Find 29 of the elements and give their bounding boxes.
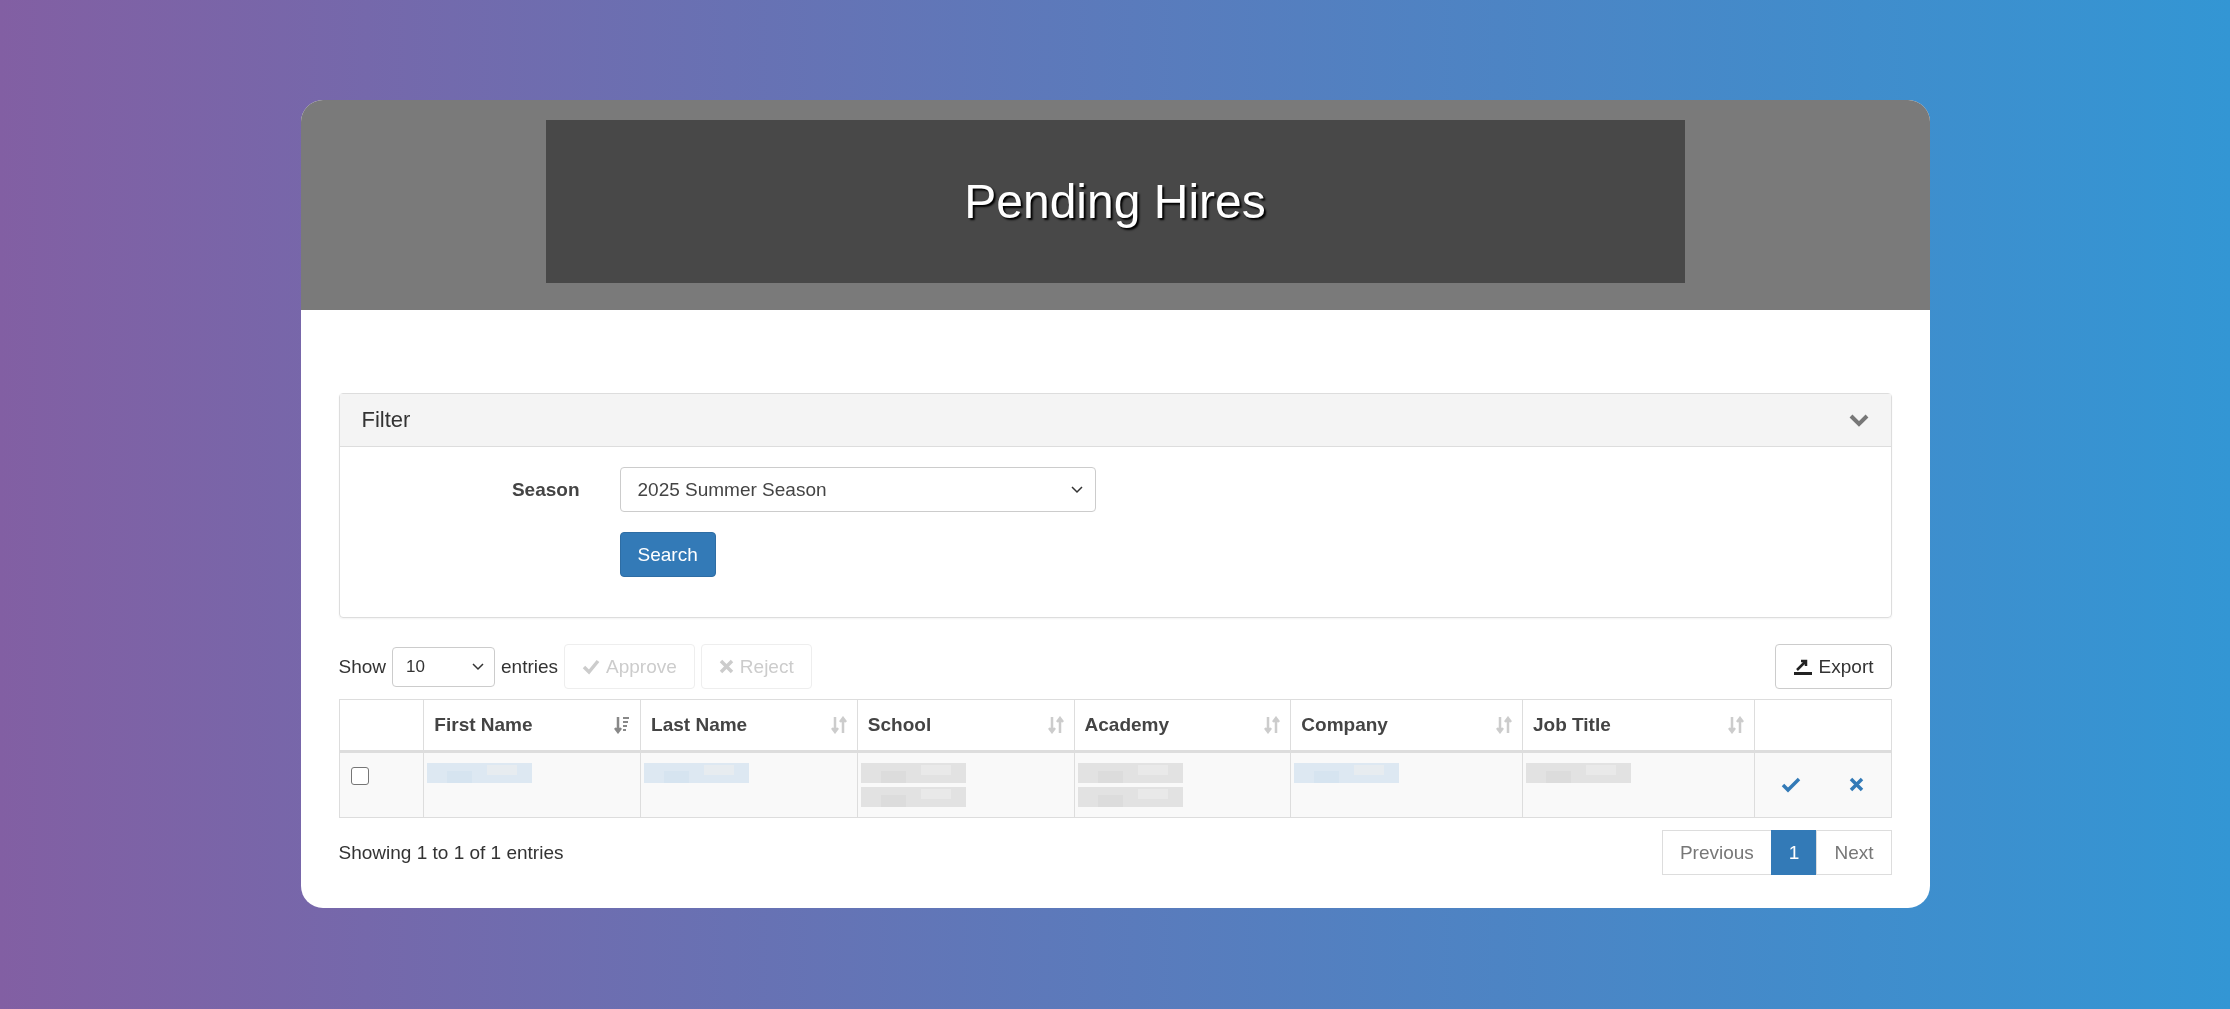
row-checkbox[interactable] (350, 767, 369, 785)
chevron-icon[interactable] (1848, 413, 1869, 427)
search-button[interactable]: Search (619, 532, 716, 577)
reject-icon[interactable] (1848, 777, 1864, 792)
check-icon (582, 658, 601, 675)
column-header: First Name (434, 714, 533, 736)
caret-icon (1070, 485, 1083, 494)
page-title: Pending Hires (545, 120, 1685, 283)
sort-icon[interactable] (614, 716, 631, 734)
season-select[interactable]: 2025 Summer Season (619, 467, 1096, 512)
season-label: Season (510, 478, 580, 501)
pagination-button[interactable]: Next (1816, 830, 1892, 875)
page-size-select[interactable]: 10 (392, 646, 496, 687)
panel-title: Filter (361, 407, 411, 433)
entries-info: Showing 1 to 1 of 1 entries (338, 841, 564, 864)
caret-icon (472, 662, 485, 671)
show-label: Show (338, 655, 387, 678)
export-button[interactable]: Export (1774, 644, 1892, 689)
column-header: School (867, 714, 932, 736)
pagination-button[interactable]: 1 (1770, 830, 1818, 875)
pagination-button[interactable]: Previous (1661, 830, 1772, 875)
column-header: Company (1301, 714, 1388, 736)
column-header: Job Title (1533, 714, 1611, 736)
entries-label: entries (501, 655, 559, 678)
close-icon (718, 659, 734, 674)
column-header: Academy (1084, 714, 1170, 736)
approve-icon[interactable] (1781, 777, 1802, 793)
column-header: Last Name (651, 714, 748, 736)
export-icon (1792, 657, 1813, 676)
